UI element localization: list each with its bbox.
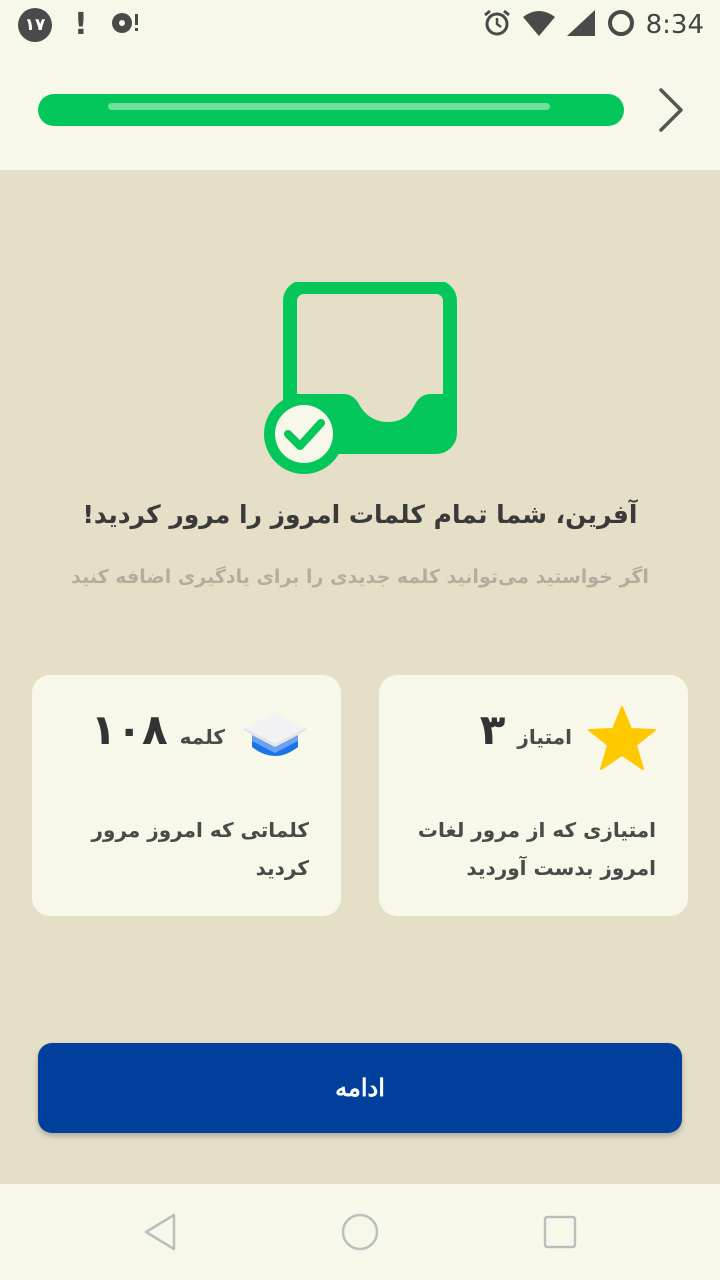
alert-icon: !	[74, 7, 88, 42]
back-button[interactable]	[650, 84, 690, 136]
status-notifications: ۱۷ !	[18, 8, 140, 42]
words-description: کلماتی که امروز مرور کردید	[91, 818, 310, 880]
triangle-back-icon	[144, 1213, 176, 1251]
square-recents-icon	[543, 1215, 577, 1249]
inbox-complete-icon	[262, 280, 458, 474]
nav-recents-button[interactable]	[540, 1212, 580, 1252]
cell-signal-icon	[566, 9, 596, 41]
score-value: ۳	[479, 705, 506, 754]
notification-count-badge: ۱۷	[18, 8, 52, 42]
score-stat: امتیاز ۳	[480, 709, 572, 751]
disc-alert-icon	[110, 10, 140, 40]
header	[0, 50, 720, 170]
navigation-bar	[0, 1184, 720, 1280]
score-label: امتیاز	[517, 725, 572, 749]
continue-button[interactable]: ادامه	[38, 1043, 682, 1133]
alarm-icon	[482, 8, 512, 42]
star-icon	[586, 703, 658, 775]
graduation-cap-icon	[239, 703, 311, 775]
wifi-icon	[522, 9, 556, 41]
chevron-right-icon	[659, 88, 683, 132]
completion-subtitle: اگر خواستید می‌توانید کلمه جدیدی را برای…	[71, 566, 649, 588]
progress-bar	[38, 94, 624, 126]
nav-back-button[interactable]	[140, 1212, 180, 1252]
words-stat: کلمه ۱۰۸	[91, 709, 225, 751]
circle-home-icon	[341, 1213, 379, 1251]
progress-highlight	[108, 103, 550, 110]
nav-home-button[interactable]	[340, 1212, 380, 1252]
battery-ring-icon	[606, 8, 636, 42]
score-card: امتیاز ۳ امتیازی که از مرور لغات امروز ب…	[379, 675, 688, 916]
clock: 8:34	[645, 10, 704, 40]
words-value: ۱۰۸	[90, 705, 168, 754]
status-system-icons: 8:34	[482, 8, 704, 42]
score-description: امتیازی که از مرور لغات امروز بدست آوردی…	[417, 818, 656, 880]
status-bar: ۱۷ ! 8:34	[0, 0, 720, 50]
completion-title: آفرین، شما تمام کلمات امروز را مرور کردی…	[82, 500, 638, 529]
words-card: کلمه ۱۰۸ کلماتی که امروز مرور کردید	[32, 675, 341, 916]
words-label: کلمه	[179, 725, 225, 749]
